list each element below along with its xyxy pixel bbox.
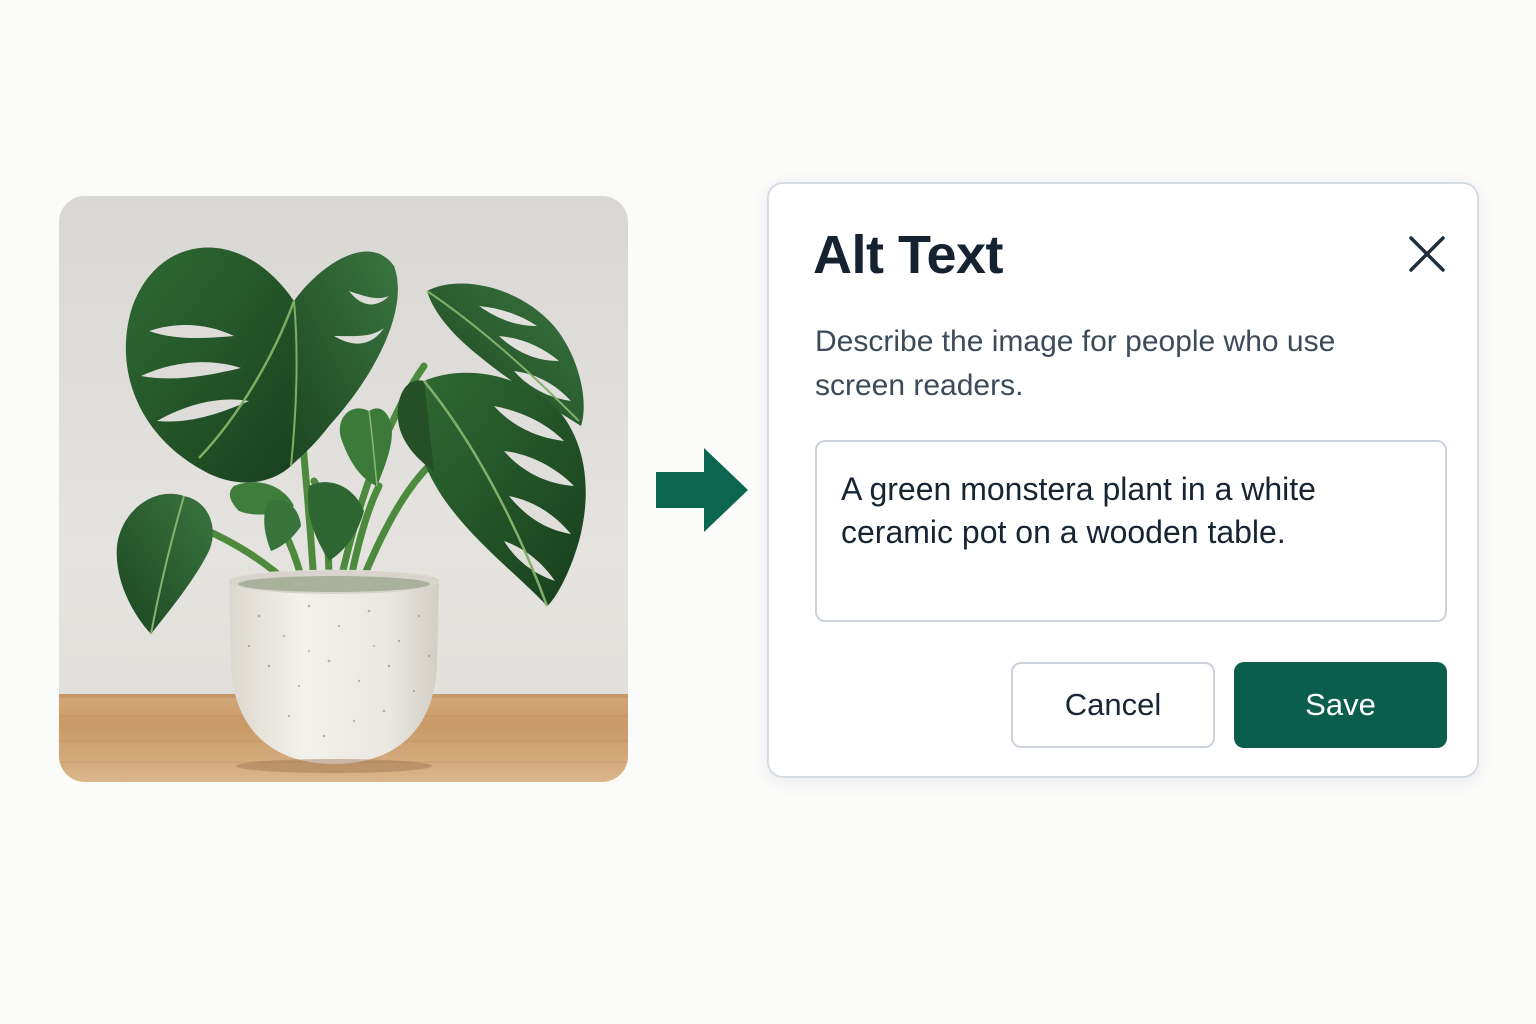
cancel-button[interactable]: Cancel <box>1011 662 1215 748</box>
dialog-description: Describe the image for people who use sc… <box>815 325 1336 402</box>
save-button[interactable]: Save <box>1234 662 1447 748</box>
close-button[interactable] <box>1401 228 1453 280</box>
alt-text-dialog: Alt Text Describe the image for people w… <box>767 182 1479 778</box>
plant-photo <box>59 196 628 782</box>
close-icon <box>1409 236 1445 272</box>
dialog-title: Alt Text <box>813 225 1004 285</box>
page: Alt Text Describe the image for people w… <box>0 0 1536 1024</box>
alt-text-input[interactable]: A green monstera plant in a white cerami… <box>815 440 1447 622</box>
arrow-right-icon <box>654 448 750 532</box>
